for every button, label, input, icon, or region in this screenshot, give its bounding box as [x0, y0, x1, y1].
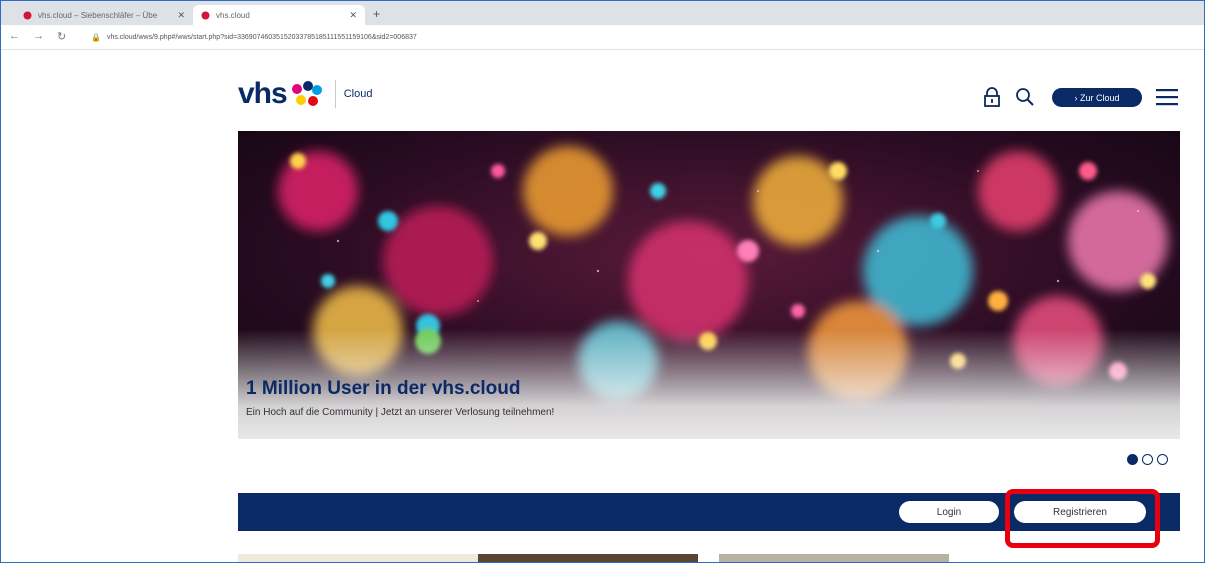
vhs-favicon-icon	[23, 11, 32, 20]
hero-banner[interactable]: 1 Million User in der vhs.cloud Ein Hoch…	[238, 131, 1180, 439]
address-bar: ← → ↻ 🔒 vhs.cloud/wws/9.php#/wws/start.p…	[1, 25, 1204, 50]
back-icon[interactable]: ←	[9, 30, 20, 42]
vhs-favicon-icon	[201, 11, 210, 20]
close-tab-icon[interactable]: ✕	[177, 10, 185, 21]
logo-dots-icon	[291, 81, 322, 106]
browser-window: vhs.cloud – Siebenschläfer – Übe ✕ vhs.c…	[0, 0, 1205, 563]
carousel-dot-1[interactable]	[1127, 454, 1138, 465]
forward-icon[interactable]: →	[33, 30, 44, 42]
close-tab-icon[interactable]: ✕	[349, 10, 357, 21]
browser-tab-1[interactable]: vhs.cloud – Siebenschläfer – Übe ✕	[15, 5, 193, 25]
browser-tab-title: vhs.cloud – Siebenschläfer – Übe	[38, 10, 158, 20]
tab-strip: vhs.cloud – Siebenschläfer – Übe ✕ vhs.c…	[1, 1, 1204, 25]
hero-subtitle: Ein Hoch auf die Community | Jetzt an un…	[246, 407, 555, 418]
content-preview-1	[238, 554, 478, 562]
secure-lock-icon: 🔒	[91, 32, 101, 42]
carousel-dot-2[interactable]	[1142, 454, 1153, 465]
menu-icon[interactable]	[1155, 85, 1179, 109]
login-button[interactable]: Login	[899, 501, 999, 523]
logo-divider	[334, 80, 336, 108]
content-preview-3	[719, 554, 949, 562]
zur-cloud-button[interactable]: › Zur Cloud	[1052, 88, 1142, 107]
logo-text: vhs	[238, 77, 288, 110]
lock-icon[interactable]	[980, 85, 1004, 109]
browser-tab-title: vhs.cloud	[216, 10, 250, 20]
reload-icon[interactable]: ↻	[57, 30, 66, 43]
browser-tab-2[interactable]: vhs.cloud ✕	[193, 5, 365, 25]
search-icon[interactable]	[1013, 85, 1037, 109]
content-preview-2	[478, 554, 698, 562]
url-field[interactable]: 🔒 vhs.cloud/wws/9.php#/wws/start.php?sid…	[91, 29, 1181, 45]
carousel-dot-3[interactable]	[1157, 454, 1168, 465]
carousel-indicators	[1127, 454, 1168, 465]
vhs-cloud-logo[interactable]: vhs Cloud	[238, 79, 372, 109]
new-tab-icon[interactable]: +	[373, 7, 380, 21]
register-highlight-box	[1005, 489, 1160, 548]
logo-subtitle: Cloud	[343, 88, 373, 100]
url-text: vhs.cloud/wws/9.php#/wws/start.php?sid=3…	[106, 33, 417, 41]
hero-title[interactable]: 1 Million User in der vhs.cloud	[246, 378, 521, 400]
